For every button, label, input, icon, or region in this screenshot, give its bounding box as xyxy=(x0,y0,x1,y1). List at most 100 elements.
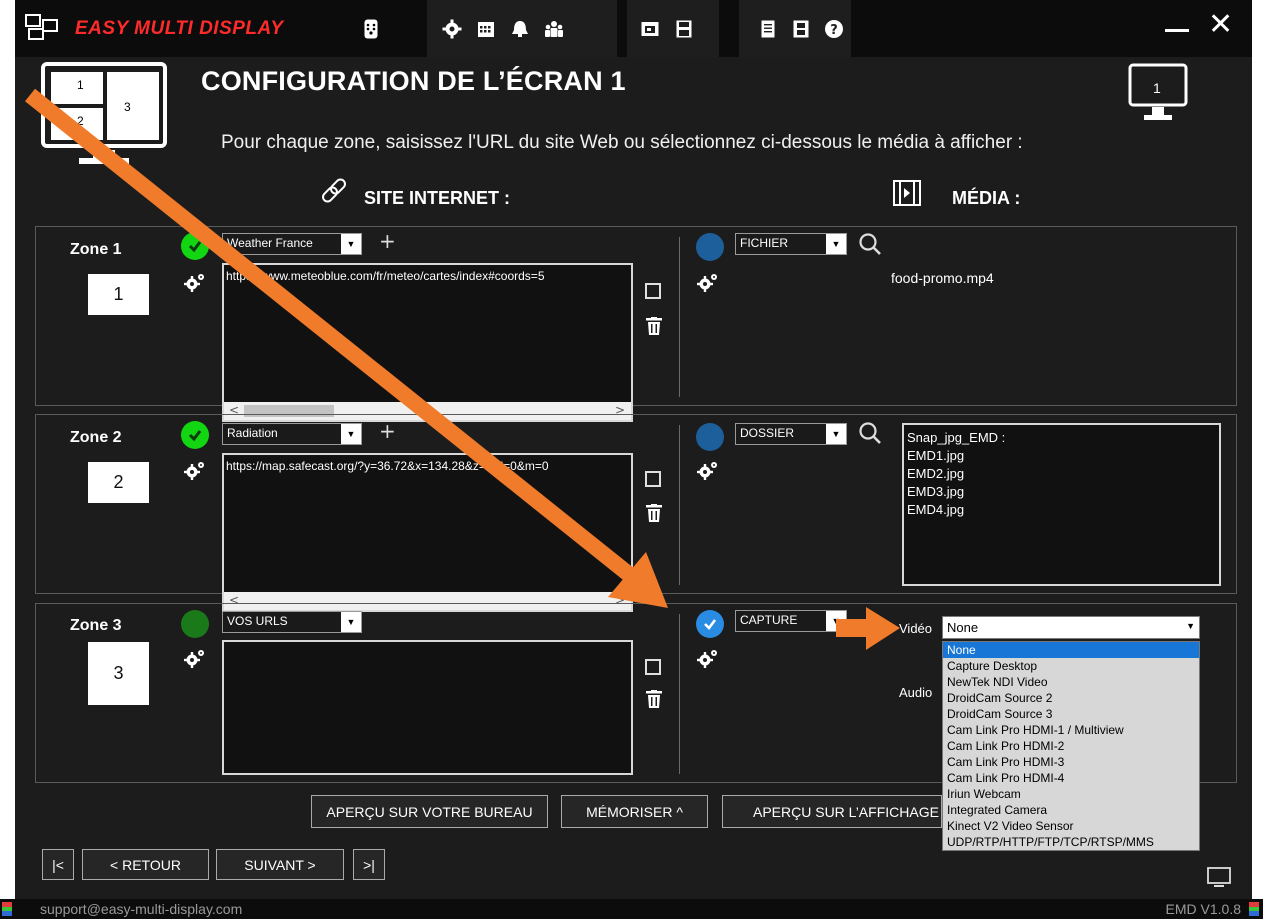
video-label: Vidéo xyxy=(899,621,933,636)
toolbar-group-files xyxy=(627,0,719,57)
zone-2-media-status[interactable] xyxy=(696,423,724,451)
layout-zone-3-label: 3 xyxy=(124,100,131,114)
dropdown-option[interactable]: DroidCam Source 2 xyxy=(943,690,1199,706)
zone-1-site-settings-icon[interactable] xyxy=(184,272,206,292)
check-icon xyxy=(704,619,717,630)
zone-1-media-status[interactable] xyxy=(696,233,724,261)
dropdown-option[interactable]: UDP/RTP/HTTP/FTP/TCP/RTSP/MMS xyxy=(943,834,1199,850)
minimize-button[interactable] xyxy=(1165,29,1189,32)
zone-3-url-input[interactable] xyxy=(222,640,633,775)
screen-number: 1 xyxy=(1153,80,1161,96)
zone-3-site-status[interactable] xyxy=(181,610,209,638)
zone-2-browse-search-icon[interactable] xyxy=(858,421,882,445)
page-title: CONFIGURATION DE L’ÉCRAN 1 xyxy=(201,66,626,96)
alarm-icon[interactable] xyxy=(509,18,531,40)
dropdown-option[interactable]: Cam Link Pro HDMI-3 xyxy=(943,754,1199,770)
dropdown-option[interactable]: Kinect V2 Video Sensor xyxy=(943,818,1199,834)
display-icon[interactable] xyxy=(1207,867,1231,889)
zone-3-media-settings-icon[interactable] xyxy=(697,648,719,668)
zone-3-media-status[interactable] xyxy=(696,610,724,638)
list-item[interactable]: EMD4.jpg xyxy=(907,501,1216,519)
zone-2-url-input[interactable]: https://map.safecast.org/?y=36.72&x=134.… xyxy=(222,453,633,612)
video-source-select[interactable]: None ▼ xyxy=(942,616,1200,639)
zone-1-trash-icon[interactable] xyxy=(646,317,662,335)
svg-text:?: ? xyxy=(831,23,839,38)
chevron-down-icon: ▼ xyxy=(826,424,846,444)
zone-3-divider xyxy=(679,614,680,774)
zone-3-media-combo[interactable]: CAPTURE ▼ xyxy=(735,610,847,632)
dropdown-option[interactable]: Integrated Camera xyxy=(943,802,1199,818)
save-icon[interactable] xyxy=(673,18,695,40)
first-page-button[interactable]: |< xyxy=(42,849,74,880)
toolbar-group-remote xyxy=(330,0,412,57)
chevron-down-icon: ▼ xyxy=(1186,621,1195,631)
calendar-icon[interactable] xyxy=(475,18,497,40)
media-icon xyxy=(893,180,921,206)
zone-1-site-status[interactable] xyxy=(181,232,209,260)
dropdown-option[interactable]: Cam Link Pro HDMI-1 / Multiview xyxy=(943,722,1199,738)
zone-1-checkbox[interactable] xyxy=(645,283,661,299)
zone-2-media-list[interactable]: Snap_jpg_EMD : EMD1.jpg EMD2.jpg EMD3.jp… xyxy=(902,423,1221,586)
chevron-down-icon: ▼ xyxy=(341,612,361,632)
layout-zone-2-label: 2 xyxy=(77,114,84,128)
group-icon[interactable] xyxy=(543,18,565,40)
remote-icon[interactable] xyxy=(360,18,382,40)
zone-1-site-combo[interactable]: Weather France ▼ xyxy=(222,233,362,255)
zone-3-site-combo-value: VOS URLS xyxy=(227,614,288,628)
zone-2-site-settings-icon[interactable] xyxy=(184,460,206,480)
back-button[interactable]: < RETOUR xyxy=(82,849,209,880)
list-item[interactable]: EMD3.jpg xyxy=(907,483,1216,501)
list-item[interactable]: EMD2.jpg xyxy=(907,465,1216,483)
zone-3-label: Zone 3 xyxy=(70,617,122,634)
dropdown-option[interactable]: DroidCam Source 3 xyxy=(943,706,1199,722)
dropdown-option[interactable]: Cam Link Pro HDMI-2 xyxy=(943,738,1199,754)
zone-2-label: Zone 2 xyxy=(70,429,122,446)
list-item[interactable]: Snap_jpg_EMD : xyxy=(907,429,1216,447)
gear-icon[interactable] xyxy=(441,18,463,40)
help-icon[interactable]: ? xyxy=(824,18,845,40)
close-button[interactable]: ✕ xyxy=(1208,10,1233,40)
zone-2-media-combo[interactable]: DOSSIER ▼ xyxy=(735,423,847,445)
zone-1-site-combo-value: Weather France xyxy=(227,236,313,250)
zone-1-url-input[interactable]: https://www.meteoblue.com/fr/meteo/carte… xyxy=(222,263,633,422)
folder-icon[interactable] xyxy=(639,18,661,40)
zone-2-trash-icon[interactable] xyxy=(646,504,662,522)
zone-2-site-combo[interactable]: Radiation ▼ xyxy=(222,423,362,445)
list-item[interactable]: EMD1.jpg xyxy=(907,447,1216,465)
zone-2-media-settings-icon[interactable] xyxy=(697,460,719,480)
page-subtitle: Pour chaque zone, saisissez l'URL du sit… xyxy=(221,132,1023,153)
zone-2-divider xyxy=(679,425,680,585)
zone-1-media-settings-icon[interactable] xyxy=(697,272,719,292)
zone-3-checkbox[interactable] xyxy=(645,659,661,675)
next-button[interactable]: SUIVANT > xyxy=(216,849,344,880)
zone-2-add-url-button[interactable]: + xyxy=(379,421,396,441)
zone-2-site-status[interactable] xyxy=(181,421,209,449)
check-icon xyxy=(188,241,202,253)
zone-1-add-url-button[interactable]: + xyxy=(379,231,396,251)
app-window: EASY MULTI DISPLAY ? ✕ 1 3 2 CONFIGURATI… xyxy=(15,0,1252,899)
zone-3-site-settings-icon[interactable] xyxy=(184,648,206,668)
preview-desktop-button[interactable]: APERÇU SUR VOTRE BUREAU xyxy=(311,795,548,828)
chevron-down-icon: ▼ xyxy=(826,234,846,254)
support-email[interactable]: support@easy-multi-display.com xyxy=(40,901,242,917)
dropdown-option[interactable]: NewTek NDI Video xyxy=(943,674,1199,690)
toolbar-group-help: ? xyxy=(739,0,851,57)
zone-1-browse-search-icon[interactable] xyxy=(858,232,882,256)
zone-1-media-combo[interactable]: FICHIER ▼ xyxy=(735,233,847,255)
chevron-down-icon: ▼ xyxy=(341,234,361,254)
last-page-button[interactable]: >| xyxy=(353,849,385,880)
memorize-button[interactable]: MÉMORISER ^ xyxy=(561,795,708,828)
dropdown-option[interactable]: Cam Link Pro HDMI-4 xyxy=(943,770,1199,786)
dropdown-option[interactable]: None xyxy=(943,642,1199,658)
zone-2-checkbox[interactable] xyxy=(645,471,661,487)
zone-3-site-combo[interactable]: VOS URLS ▼ xyxy=(222,611,362,633)
zone-3-trash-icon[interactable] xyxy=(646,690,662,708)
media-heading: MÉDIA : xyxy=(952,188,1021,208)
preview-display-button[interactable]: APERÇU SUR L’AFFICHAGE xyxy=(722,795,942,828)
dropdown-option[interactable]: Capture Desktop xyxy=(943,658,1199,674)
dropdown-option[interactable]: Iriun Webcam xyxy=(943,786,1199,802)
app-version: EMD V1.0.8 xyxy=(1165,901,1241,917)
app-logo-icon xyxy=(25,14,58,40)
document-icon[interactable] xyxy=(757,18,778,40)
film-icon[interactable] xyxy=(790,18,811,40)
